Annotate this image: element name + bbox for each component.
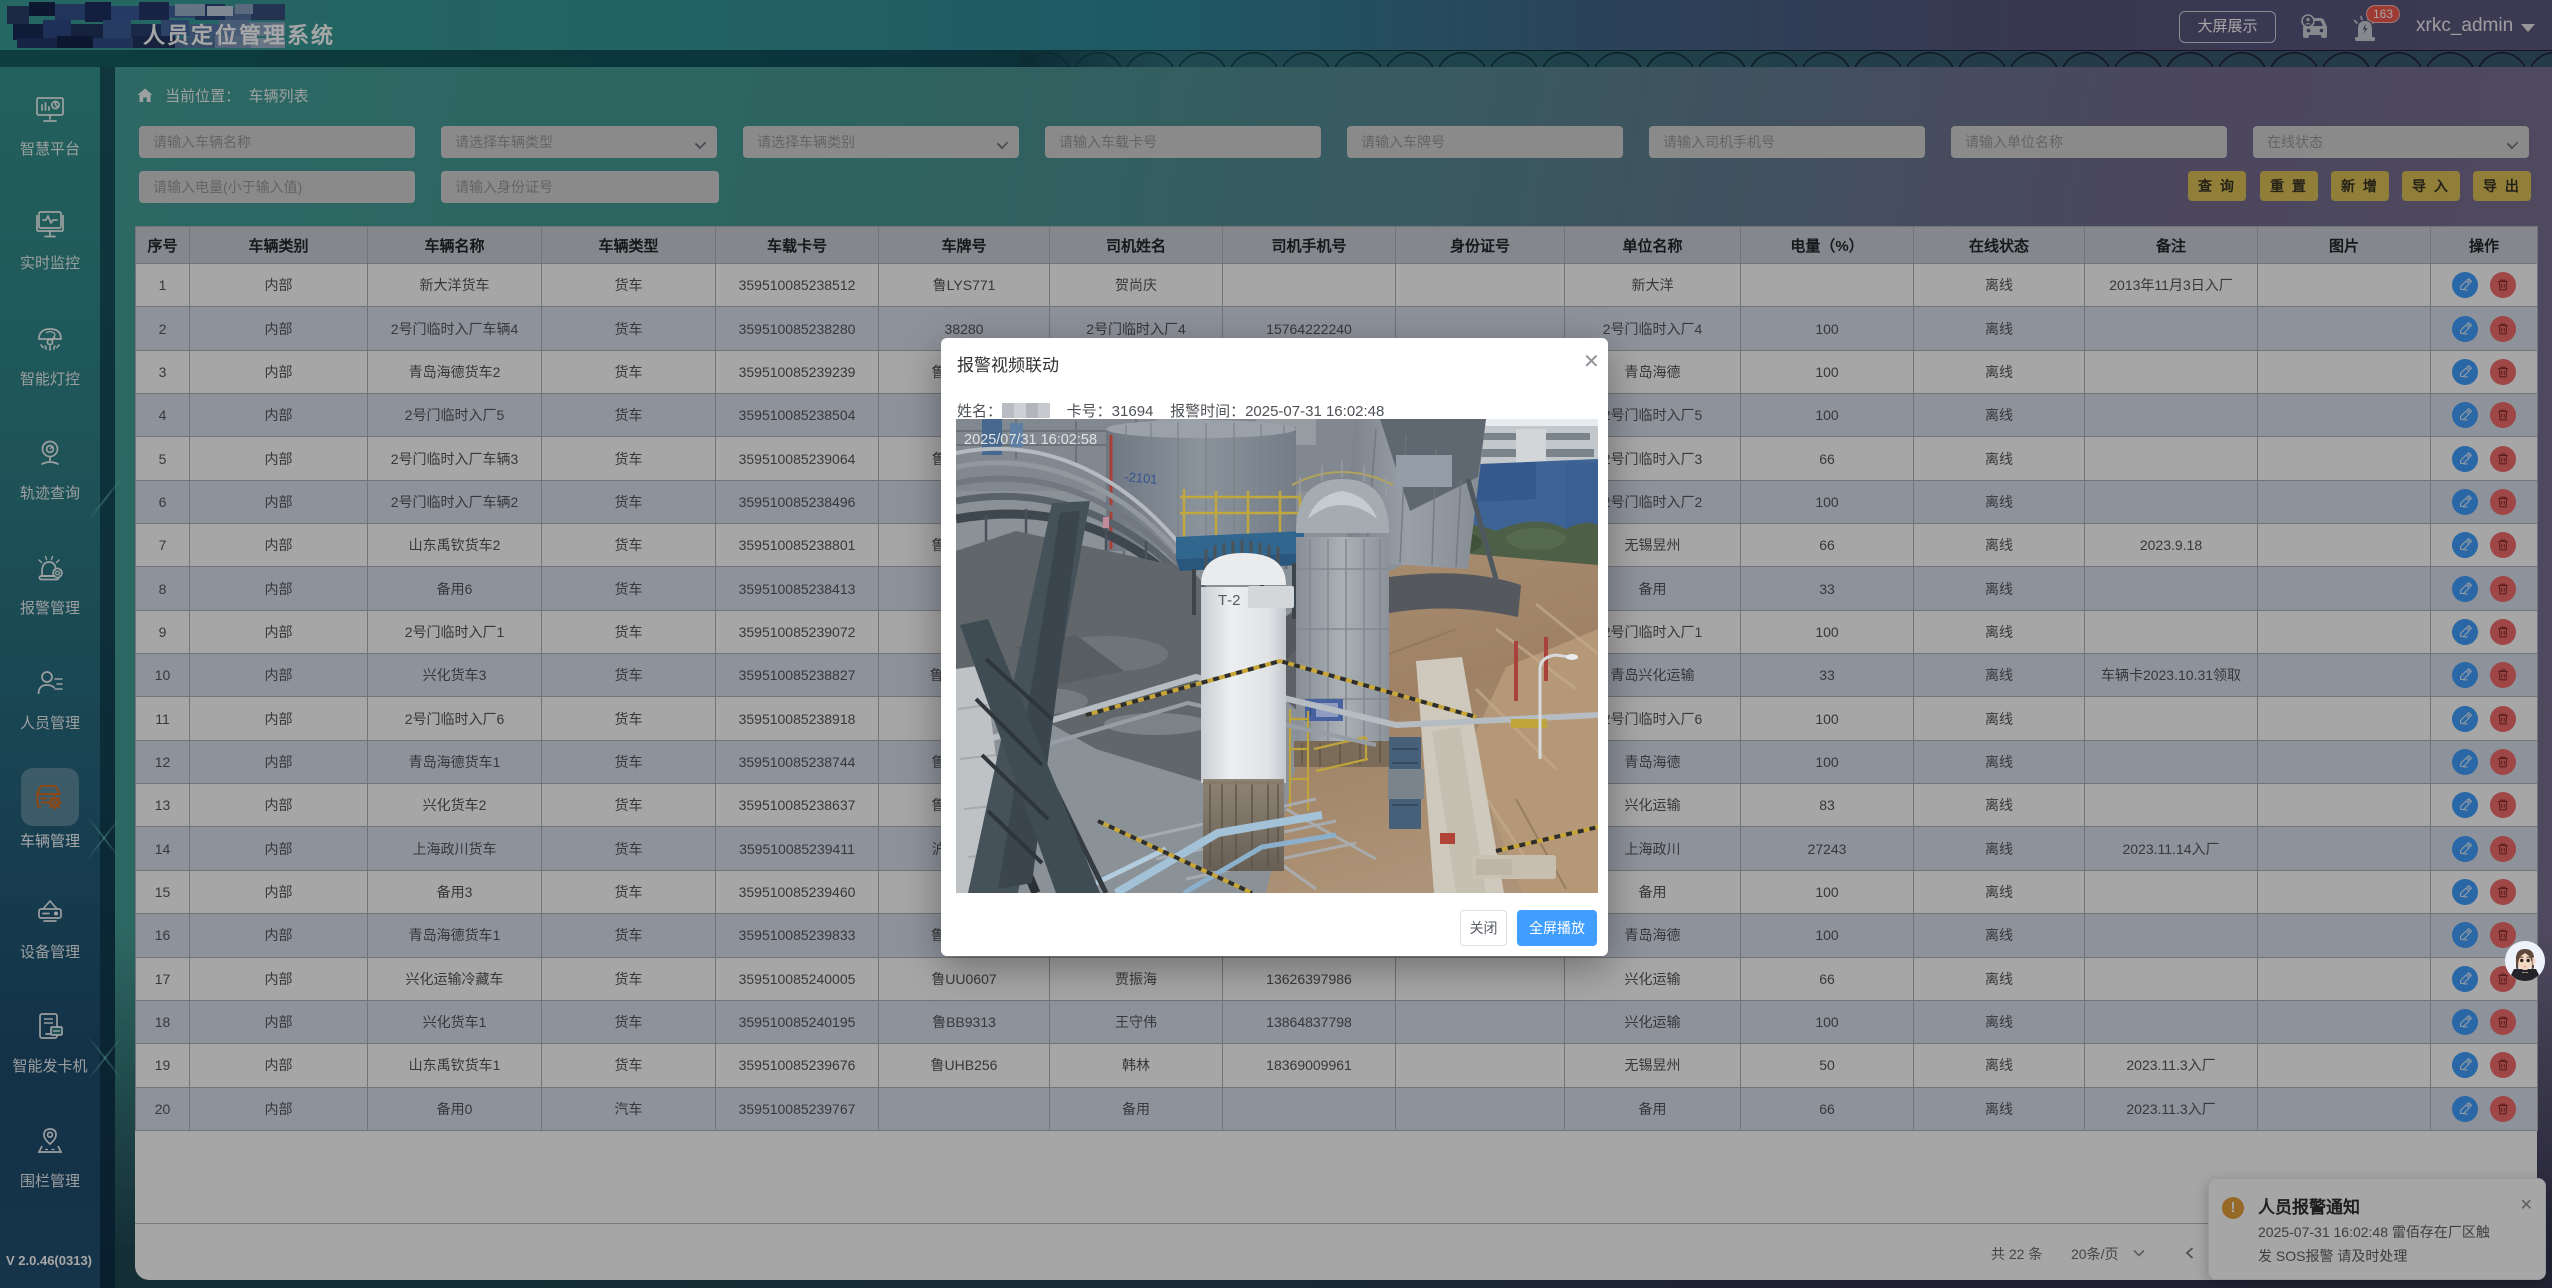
svg-text:‐2101: ‐2101 — [1124, 469, 1158, 487]
svg-text:T‐2: T‐2 — [1218, 592, 1241, 609]
svg-text:2025/07/31 16:02:58: 2025/07/31 16:02:58 — [964, 432, 1097, 448]
